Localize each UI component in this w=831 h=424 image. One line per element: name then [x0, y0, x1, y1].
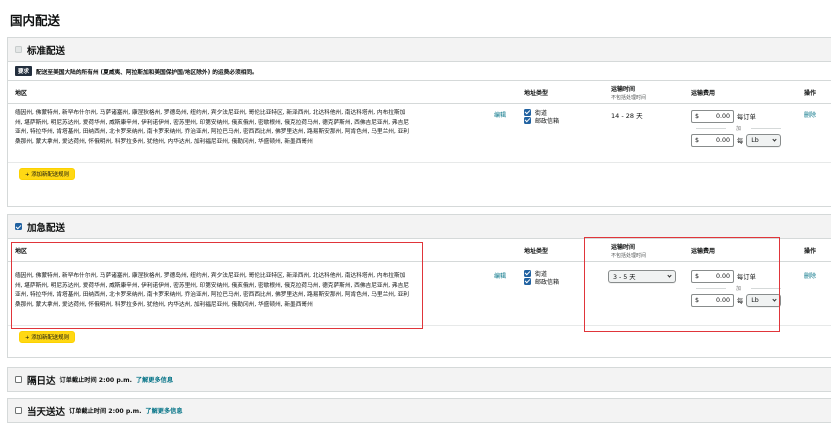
page-title: 国内配送 [10, 13, 61, 28]
transit-time: 14 - 28 天 [611, 112, 643, 120]
chevron-down-icon [772, 136, 777, 142]
transit-fee-highlight [584, 237, 780, 332]
region-highlight [11, 242, 423, 329]
add-rule-button[interactable]: + 添加新配送规则 [19, 331, 75, 343]
standard-shipping-title: 标准配送 [27, 45, 66, 57]
two-day-cutoff: 订单截止时间 2:00 p.m. [59, 377, 132, 384]
col-address-type: 地址类型 [524, 90, 549, 97]
two-day-title: 隔日达 [27, 375, 56, 387]
notice-text: 配送至美国大陆的所有州 (夏威夷、阿拉斯加和美国保护国/地区除外) 的运费必须相… [36, 69, 258, 76]
address-types: 街道 邮政信箱 [524, 108, 559, 125]
region-list: 缅因州, 佛蒙特州, 新罕布什尔州, 马萨诸塞州, 康涅狄格州, 罗德岛州, 纽… [15, 110, 409, 145]
delete-link[interactable]: 删除 [804, 271, 816, 280]
expedited-shipping-title: 加急配送 [27, 222, 66, 234]
add-rule-bar: + 添加新配送规则 [8, 163, 831, 185]
standard-shipping-section: 标准配送 要求 配送至美国大陆的所有州 (夏威夷、阿拉斯加和美国保护国/地区除外… [7, 37, 831, 207]
same-day-title: 当天送达 [27, 406, 66, 418]
delete-link[interactable]: 删除 [804, 110, 816, 119]
standard-shipping-header: 标准配送 [8, 38, 831, 62]
standard-shipping-checkbox[interactable] [15, 46, 22, 53]
col-fee: 运输费用 [691, 90, 716, 97]
two-day-checkbox[interactable] [15, 376, 22, 383]
address-types: 街道 邮政信箱 [524, 269, 559, 286]
unit-select[interactable]: Lb [746, 133, 782, 147]
street-checkbox[interactable] [524, 108, 531, 116]
same-day-learn-more-link[interactable]: 了解更多信息 [145, 406, 182, 415]
pobox-checkbox[interactable] [524, 116, 531, 124]
pobox-checkbox[interactable] [524, 277, 531, 285]
col-action: 操作 [804, 248, 817, 255]
standard-table-header: 地区 地址类型 运输时间 不包括处理时间 运输费用 操作 [8, 81, 831, 104]
fee-group: $0.00 每订单 加 $0.00 每 Lb [691, 109, 786, 147]
required-badge: 要求 [15, 66, 33, 76]
same-day-shipping-header: 当天送达 订单截止时间 2:00 p.m. 了解更多信息 [7, 398, 831, 423]
add-rule-button[interactable]: + 添加新配送规则 [19, 168, 75, 180]
same-day-cutoff: 订单截止时间 2:00 p.m. [69, 408, 142, 415]
edit-link[interactable]: 编辑 [494, 110, 506, 119]
col-transit: 运输时间 不包括处理时间 [611, 86, 647, 101]
per-unit-input[interactable]: $0.00 [691, 133, 734, 147]
expedited-shipping-header: 加急配送 [8, 215, 831, 239]
per-order-label: 每订单 [737, 113, 756, 121]
table-row: 缅因州, 佛蒙特州, 新罕布什尔州, 马萨诸塞州, 康涅狄格州, 罗德岛州, 纽… [8, 104, 831, 163]
plus-separator: 加 [691, 123, 786, 133]
same-day-checkbox[interactable] [15, 407, 22, 414]
two-day-shipping-header: 隔日达 订单截止时间 2:00 p.m. 了解更多信息 [7, 367, 831, 392]
col-region: 地区 [15, 90, 28, 97]
per-unit-label: 每 [737, 137, 744, 145]
col-action: 操作 [804, 90, 817, 97]
standard-notice: 要求 配送至美国大陆的所有州 (夏威夷、阿拉斯加和美国保护国/地区除外) 的运费… [8, 62, 831, 81]
per-order-input[interactable]: $0.00 [691, 109, 734, 123]
expedited-shipping-checkbox[interactable] [15, 223, 22, 230]
two-day-learn-more-link[interactable]: 了解更多信息 [136, 375, 173, 384]
col-address-type: 地址类型 [524, 248, 549, 255]
edit-link[interactable]: 编辑 [494, 271, 506, 280]
street-checkbox[interactable] [524, 269, 531, 277]
